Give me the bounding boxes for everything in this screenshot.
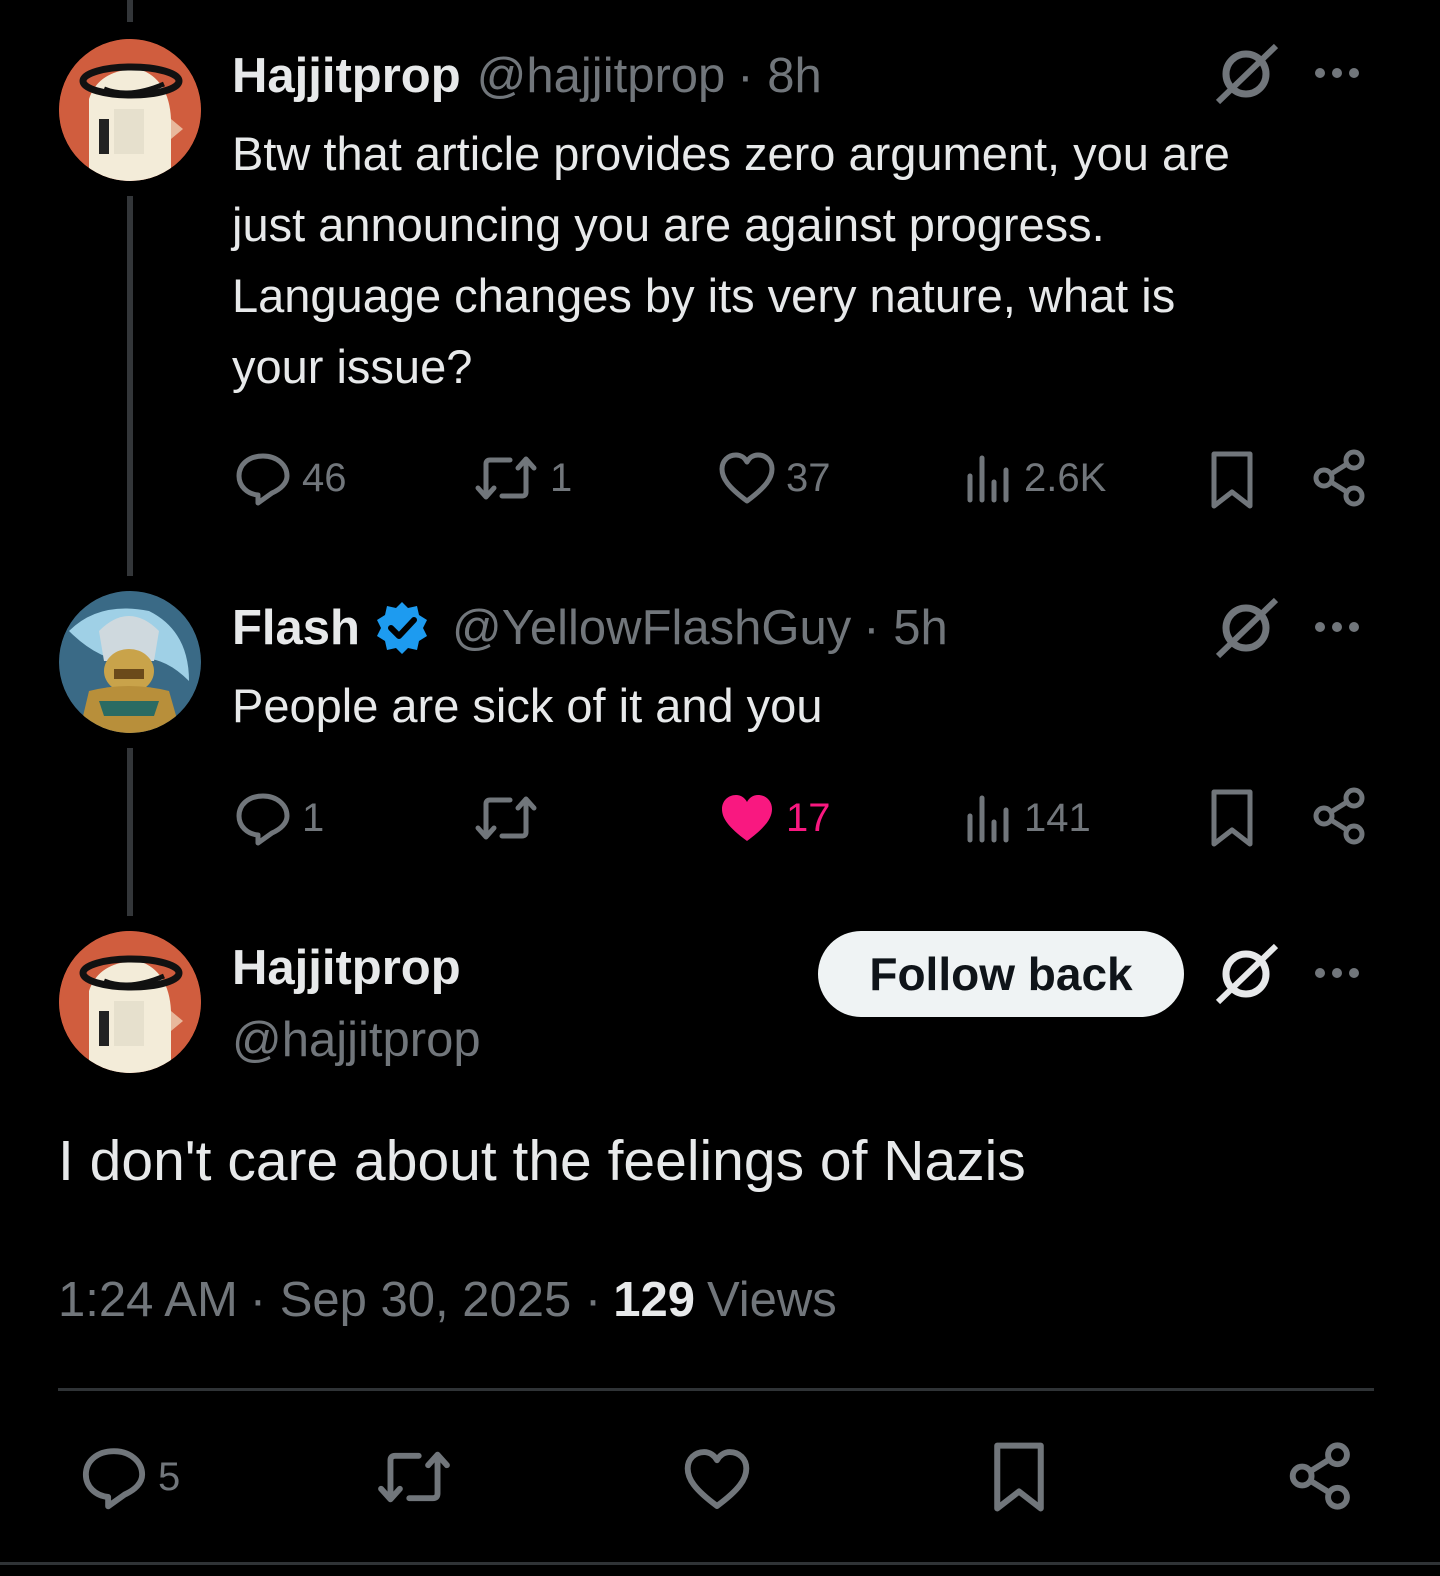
tweet-text-line: just announcing you are against progress… xyxy=(232,198,1105,251)
verified-badge-icon xyxy=(374,600,430,656)
bookmark-icon xyxy=(1211,451,1253,509)
divider xyxy=(58,1388,1374,1391)
share-button[interactable] xyxy=(1312,786,1368,846)
bookmark-button[interactable] xyxy=(990,1440,1048,1514)
reply-button[interactable]: 5 xyxy=(80,1444,180,1510)
author-handle[interactable]: @YellowFlashGuy xyxy=(452,600,851,656)
views-button[interactable]: 141 xyxy=(964,790,1091,846)
tweet-text-line: Language changes by its very nature, wha… xyxy=(232,269,1176,322)
avatar-flash[interactable] xyxy=(59,591,201,733)
divider xyxy=(0,1562,1440,1565)
follow-back-button[interactable]: Follow back xyxy=(818,931,1184,1017)
thread-line-top xyxy=(127,0,133,22)
repost-count: 1 xyxy=(550,455,573,500)
avatar-hajjitprop[interactable] xyxy=(59,39,201,181)
author-name[interactable]: Hajjitprop xyxy=(232,48,461,104)
thread-line-2 xyxy=(127,748,133,916)
tweet-time[interactable]: · 8h xyxy=(737,48,821,104)
reply-button[interactable]: 1 xyxy=(234,790,324,846)
tweet-time[interactable]: 1:24 AM xyxy=(58,1272,238,1328)
author-name[interactable]: Flash xyxy=(232,600,360,656)
more-options-icon[interactable] xyxy=(1315,68,1359,78)
bookmark-icon xyxy=(994,1442,1044,1512)
like-button[interactable]: 17 xyxy=(718,790,831,846)
grok-icon[interactable] xyxy=(1212,42,1280,111)
heart-icon xyxy=(719,452,775,504)
heart-icon xyxy=(684,1449,750,1509)
tweet-date[interactable]: · Sep 30, 2025 · xyxy=(250,1272,601,1328)
author-name[interactable]: Hajjitprop xyxy=(232,940,461,996)
grok-icon[interactable] xyxy=(1212,596,1280,665)
like-count: 37 xyxy=(786,455,831,500)
views-icon xyxy=(967,795,1009,843)
repost-button[interactable] xyxy=(472,790,540,846)
like-count: 17 xyxy=(786,795,831,840)
views-count: 129 xyxy=(613,1273,695,1327)
repost-button[interactable] xyxy=(374,1444,454,1510)
views-count: 141 xyxy=(1024,795,1091,840)
reply-icon xyxy=(82,1448,146,1510)
repost-icon xyxy=(378,1451,450,1503)
reply-count: 5 xyxy=(158,1454,181,1499)
bookmark-button[interactable] xyxy=(1208,450,1256,510)
share-button[interactable] xyxy=(1288,1440,1354,1512)
share-icon xyxy=(1289,1442,1350,1510)
repost-icon xyxy=(475,456,537,500)
like-button[interactable] xyxy=(683,1446,751,1512)
reply-count: 46 xyxy=(302,455,347,500)
main-tweet-text: I don't care about the feelings of Nazis xyxy=(58,1129,1026,1193)
reply-icon xyxy=(236,453,290,506)
thread-line-1 xyxy=(127,196,133,576)
tweet-text-line: Btw that article provides zero argument,… xyxy=(232,127,1230,180)
views-label: Views xyxy=(706,1273,837,1327)
grok-icon[interactable] xyxy=(1212,942,1280,1011)
tweet-text-line: your issue? xyxy=(232,340,473,393)
author-handle[interactable]: @hajjitprop xyxy=(232,1012,481,1068)
bookmark-icon xyxy=(1211,789,1253,847)
bookmark-button[interactable] xyxy=(1208,788,1256,848)
more-options-icon[interactable] xyxy=(1315,622,1359,632)
reply-icon xyxy=(236,793,290,846)
heart-filled-icon xyxy=(722,795,772,841)
share-icon xyxy=(1313,787,1365,845)
views-count: 2.6K xyxy=(1024,455,1107,500)
share-button[interactable] xyxy=(1312,448,1368,508)
author-handle[interactable]: @hajjitprop xyxy=(477,48,726,104)
repost-icon xyxy=(475,796,537,840)
share-icon xyxy=(1313,449,1365,507)
views-button[interactable]: 2.6K xyxy=(964,450,1106,506)
like-button[interactable]: 37 xyxy=(718,450,831,506)
tweet-text: People are sick of it and you xyxy=(232,679,823,732)
tweet-time[interactable]: · 5h xyxy=(863,600,947,656)
reply-button[interactable]: 46 xyxy=(234,450,347,506)
avatar-hajjitprop[interactable] xyxy=(59,931,201,1073)
repost-button[interactable]: 1 xyxy=(472,450,572,506)
views-icon xyxy=(967,455,1009,503)
reply-count: 1 xyxy=(302,795,325,840)
more-options-icon[interactable] xyxy=(1315,968,1359,978)
